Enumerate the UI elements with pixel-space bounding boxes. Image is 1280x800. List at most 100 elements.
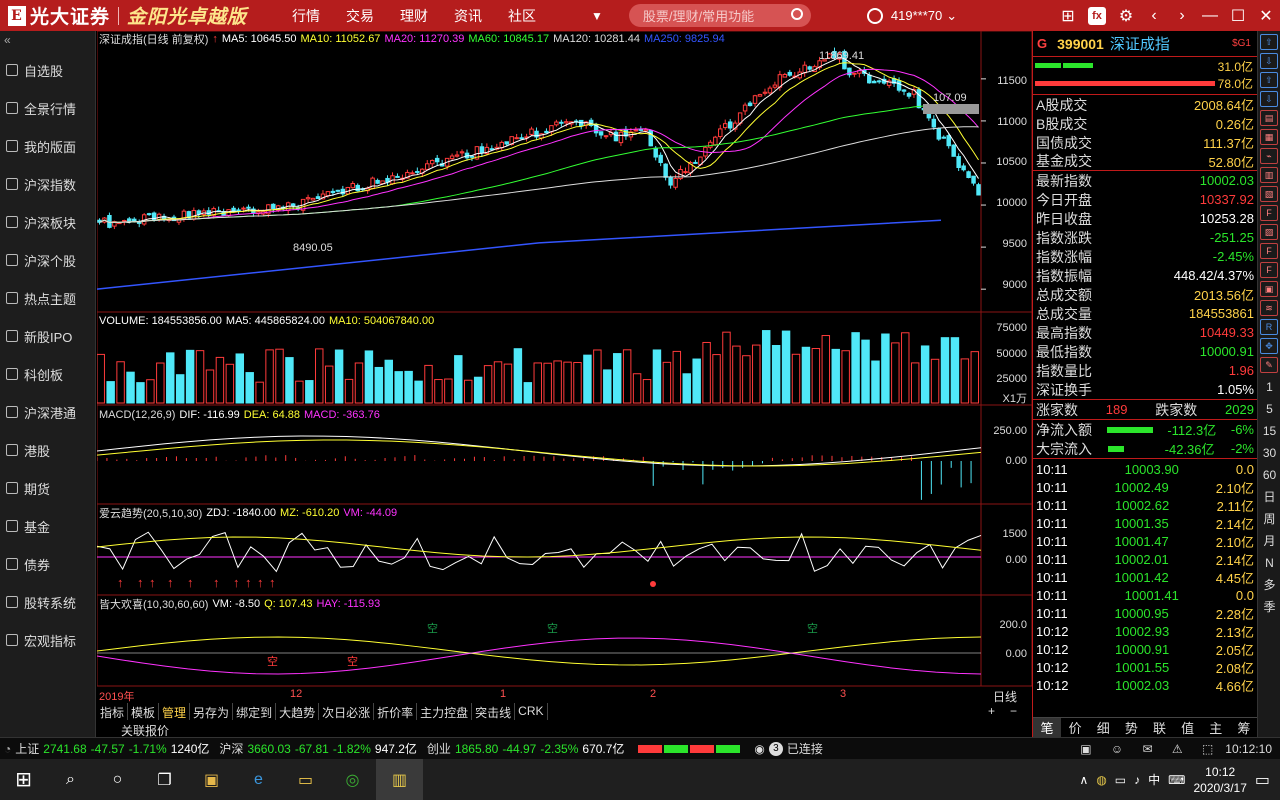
sidebar-item[interactable]: 科创板 — [0, 355, 95, 393]
forward-icon[interactable]: › — [1168, 7, 1196, 25]
sidebar-item[interactable]: 债券 — [0, 545, 95, 583]
sidebar-item[interactable]: 沪深指数 — [0, 165, 95, 203]
sidebar-item[interactable]: 自选股 — [0, 51, 95, 89]
sidebar-item[interactable]: 港股 — [0, 431, 95, 469]
sidebar-item[interactable]: 热点主题 — [0, 279, 95, 317]
quote-tab[interactable]: 笔 — [1033, 718, 1062, 737]
tick-list[interactable]: 10:11 10003.90 0.0 10:11 10002.49 2.10亿 10:11 1… — [1033, 458, 1257, 694]
broadcast-icon[interactable]: ◉ — [754, 742, 764, 756]
menu-item-jiaoyi[interactable]: 交易 — [333, 6, 387, 26]
quote-tab[interactable]: 联 — [1146, 718, 1174, 737]
task-view-icon[interactable]: ❐ — [141, 759, 188, 800]
period-button[interactable]: 季 — [1258, 596, 1280, 618]
sidebar-item[interactable]: 股转系统 — [0, 583, 95, 621]
volume-icon[interactable]: ♪ — [1134, 773, 1140, 787]
search-input[interactable]: 股票/理财/常用功能 — [628, 4, 811, 27]
indicator-tab[interactable]: 管理 — [159, 703, 191, 720]
keyboard-icon[interactable]: ⌨ — [1168, 773, 1185, 787]
collapse-icon[interactable]: « — [0, 31, 95, 51]
chart-tool-icon[interactable]: ▤ — [1260, 110, 1278, 126]
sidebar-item[interactable]: 沪深港通 — [0, 393, 95, 431]
kline-chart-area[interactable]: 11869.41 8490.05 107.09 ↑ ↑ ↑ ↑ ↑ ↑ ↑ ↑ ↑ ↑ 空空空空空 深证成… — [97, 31, 1032, 719]
fx-icon[interactable]: fx — [1088, 6, 1106, 25]
chart-tool-icon[interactable]: ▨ — [1260, 224, 1278, 240]
chart-tool-icon[interactable]: F — [1260, 205, 1278, 221]
move-icon[interactable]: ✥ — [1260, 338, 1278, 354]
period-button[interactable]: 5 — [1258, 398, 1280, 420]
sidebar-item[interactable]: 新股IPO — [0, 317, 95, 355]
back-icon[interactable]: ‹ — [1140, 7, 1168, 25]
pencil-icon[interactable]: ✎ — [1260, 357, 1278, 373]
indicator-tab[interactable]: 折价率 — [374, 703, 418, 720]
search-icon[interactable] — [790, 8, 803, 20]
clock[interactable]: 10:12 2020/3/17 — [1193, 764, 1246, 796]
close-icon[interactable]: ✕ — [1252, 6, 1280, 26]
chart-tool-icon[interactable]: ≋ — [1260, 300, 1278, 316]
sidebar-item[interactable]: 沪深板块 — [0, 203, 95, 241]
quote-tab[interactable]: 主 — [1202, 718, 1230, 737]
minimize-icon[interactable]: — — [1196, 7, 1224, 25]
indicator-tab[interactable]: CRK — [515, 703, 548, 720]
indicator-tab[interactable]: 大趋势 — [276, 703, 320, 720]
period-button[interactable]: 15 — [1258, 420, 1280, 442]
chart-tool-icon[interactable]: ▦ — [1260, 129, 1278, 145]
chart-tool-icon[interactable]: ▣ — [1260, 281, 1278, 297]
quote-tab[interactable]: 筹 — [1230, 718, 1258, 737]
rsi-icon[interactable]: R — [1260, 319, 1278, 335]
menu-dropdown-icon[interactable]: ▼ — [591, 9, 603, 23]
indicator-tab[interactable]: 绑定到 — [233, 703, 277, 720]
period-button[interactable]: 日 — [1258, 486, 1280, 508]
wechat-icon[interactable]: ◎ — [329, 759, 376, 800]
period-button[interactable]: 月 — [1258, 530, 1280, 552]
quote-tab[interactable]: 价 — [1061, 718, 1089, 737]
indicator-tab[interactable]: 主力控盘 — [417, 703, 473, 720]
status-tool-icons[interactable]: ▣ ☺ ✉ ⚠ ⬚ — [1080, 742, 1221, 756]
chart-tool-icon[interactable]: ⌁ — [1260, 148, 1278, 164]
zoom-out-icon[interactable]: − — [1010, 704, 1017, 718]
sidebar-item[interactable]: 宏观指标 — [0, 621, 95, 659]
indicator-tab[interactable]: 模板 — [128, 703, 160, 720]
gear-icon[interactable]: ⚙ — [1112, 6, 1140, 26]
chevron-down-icon[interactable]: ⌄ — [946, 8, 957, 24]
period-button[interactable]: 周 — [1258, 508, 1280, 530]
sidebar-item[interactable]: 期货 — [0, 469, 95, 507]
indicator-tab[interactable]: 突击线 — [472, 703, 516, 720]
arrow-down-icon[interactable]: ⇩ — [1260, 53, 1278, 69]
menu-item-zixun[interactable]: 资讯 — [441, 6, 495, 26]
indicator-tab[interactable]: 另存为 — [190, 703, 234, 720]
menu-item-licai[interactable]: 理财 — [387, 6, 441, 26]
indicator-tab[interactable]: 指标 — [97, 703, 129, 720]
app-icon[interactable]: ▣ — [188, 759, 235, 800]
period-label[interactable]: 日线 — [993, 688, 1017, 705]
sidebar-item[interactable]: 沪深个股 — [0, 241, 95, 279]
maximize-icon[interactable]: ☐ — [1224, 6, 1252, 26]
arrow-up-icon[interactable]: ⇧ — [1260, 34, 1278, 50]
stock-app-icon[interactable]: ▥ — [376, 759, 423, 800]
file-explorer-icon[interactable]: ▭ — [282, 759, 329, 800]
chevron-up-icon[interactable]: ∧ — [1080, 773, 1089, 787]
related-quote-bar[interactable]: 关联报价 — [97, 722, 1032, 738]
user-account[interactable]: 419***70 ⌄ — [866, 7, 957, 24]
edge-browser-icon[interactable]: e — [235, 759, 282, 800]
period-button[interactable]: 60 — [1258, 464, 1280, 486]
indicator-tab[interactable]: 次日必涨 — [319, 703, 375, 720]
chart-tool-icon[interactable]: F — [1260, 243, 1278, 259]
sidebar-item[interactable]: 全景行情 — [0, 89, 95, 127]
chart-tool-icon[interactable]: ▧ — [1260, 186, 1278, 202]
period-button[interactable]: 多 — [1258, 574, 1280, 596]
tray-app-icon[interactable]: ◍ — [1096, 773, 1106, 787]
sidebar-item[interactable]: 基金 — [0, 507, 95, 545]
quote-tab[interactable]: 细 — [1089, 718, 1117, 737]
menu-item-hangqing[interactable]: 行情 — [279, 6, 333, 26]
quote-tab[interactable]: 值 — [1174, 718, 1202, 737]
sidebar-item[interactable]: 我的版面 — [0, 127, 95, 165]
period-button[interactable]: 1 — [1258, 376, 1280, 398]
period-button[interactable]: N — [1258, 552, 1280, 574]
windows-start-icon[interactable]: ⊞ — [0, 759, 47, 800]
ime-label[interactable]: 中 — [1148, 771, 1160, 788]
zoom-in-icon[interactable]: + — [988, 704, 995, 718]
arrow-down-icon[interactable]: ⇩ — [1260, 91, 1278, 107]
cortana-icon[interactable]: ○ — [94, 759, 141, 800]
network-icon[interactable]: ▭ — [1115, 773, 1126, 787]
arrow-up-icon[interactable]: ⇧ — [1260, 72, 1278, 88]
